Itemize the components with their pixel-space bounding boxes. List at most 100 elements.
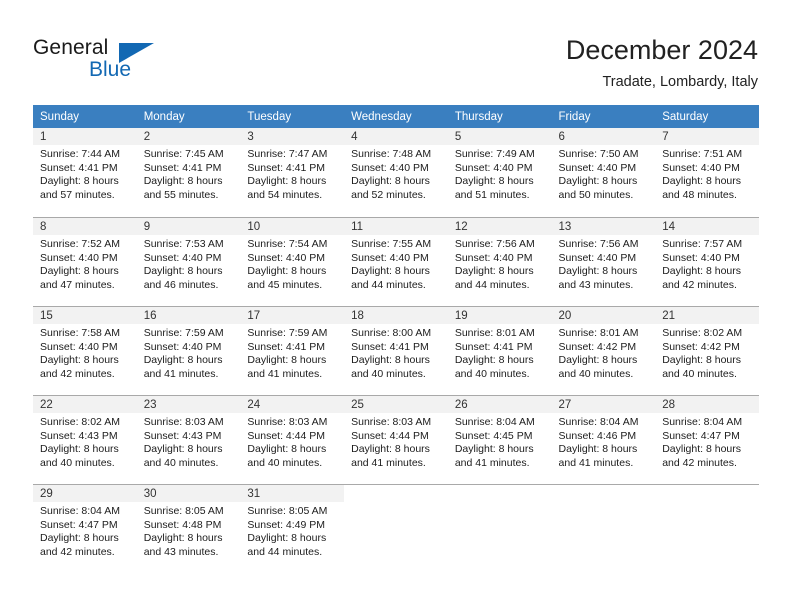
general-blue-logo[interactable]: General Blue [33,36,213,86]
calendar-cell[interactable]: 26 Sunrise: 8:04 AM Sunset: 4:45 PM Dayligh… [447,395,552,484]
day-cell-29[interactable]: 29 Sunrise: 8:04 AM Sunset: 4:47 PM Dayligh… [33,484,137,573]
day-cell-10[interactable]: 10 Sunrise: 7:54 AM Sunset: 4:40 PM Dayligh… [240,217,345,306]
day-cell-3[interactable]: 3 Sunrise: 7:47 AM Sunset: 4:41 PM Daylight… [240,128,345,217]
calendar-cell[interactable]: 18 Sunrise: 8:00 AM Sunset: 4:41 PM Dayligh… [344,306,448,395]
sunset-text: Sunset: 4:42 PM [558,340,637,353]
day-cell-19[interactable]: 19 Sunrise: 8:01 AM Sunset: 4:41 PM Dayligh… [447,306,552,395]
calendar-cell[interactable]: 3 Sunrise: 7:47 AM Sunset: 4:41 PM Daylight… [240,128,345,217]
day-details: Sunrise: 7:52 AM Sunset: 4:40 PM Daylight:… [33,235,137,292]
calendar-cell[interactable]: 10 Sunrise: 7:54 AM Sunset: 4:40 PM Dayligh… [240,217,345,306]
day-cell-21[interactable]: 21 Sunrise: 8:02 AM Sunset: 4:42 PM Dayligh… [655,306,759,395]
calendar-cell[interactable]: 7 Sunrise: 7:51 AM Sunset: 4:40 PM Daylight… [655,128,759,217]
empty-day-cell [447,484,552,573]
sunrise-text: Sunrise: 8:02 AM [662,327,743,339]
weekday-header-wednesday: Wednesday [344,105,448,128]
calendar-cell[interactable]: 11 Sunrise: 7:55 AM Sunset: 4:40 PM Dayligh… [344,217,448,306]
calendar-cell[interactable]: 16 Sunrise: 7:59 AM Sunset: 4:40 PM Dayligh… [136,306,241,395]
calendar-cell[interactable]: 25 Sunrise: 8:03 AM Sunset: 4:44 PM Dayligh… [344,395,448,484]
weekday-header-thursday: Thursday [447,105,552,128]
calendar-cell[interactable]: 24 Sunrise: 8:03 AM Sunset: 4:44 PM Dayligh… [240,395,345,484]
day-cell-14[interactable]: 14 Sunrise: 7:57 AM Sunset: 4:40 PM Dayligh… [655,217,759,306]
daylight-text-line1: Daylight: 8 hours [558,443,638,456]
daylight-text-line1: Daylight: 8 hours [40,175,119,188]
day-cell-9[interactable]: 9 Sunrise: 7:53 AM Sunset: 4:40 PM Daylight… [136,217,241,306]
calendar-cell[interactable]: 17 Sunrise: 7:59 AM Sunset: 4:41 PM Dayligh… [240,306,345,395]
day-cell-25[interactable]: 25 Sunrise: 8:03 AM Sunset: 4:44 PM Dayligh… [344,395,448,484]
day-cell-20[interactable]: 20 Sunrise: 8:01 AM Sunset: 4:42 PM Dayligh… [551,306,656,395]
day-cell-15[interactable]: 15 Sunrise: 7:58 AM Sunset: 4:40 PM Dayligh… [33,306,137,395]
sunrise-text: Sunrise: 8:03 AM [143,416,224,428]
sunrise-text: Sunrise: 8:01 AM [558,327,639,339]
sunset-text: Sunset: 4:49 PM [247,518,326,531]
day-cell-12[interactable]: 12 Sunrise: 7:56 AM Sunset: 4:40 PM Dayligh… [447,217,552,306]
calendar-cell[interactable]: 14 Sunrise: 7:57 AM Sunset: 4:40 PM Dayligh… [655,217,759,306]
sunset-text: Sunset: 4:44 PM [247,429,326,442]
calendar-cell[interactable]: 29 Sunrise: 8:04 AM Sunset: 4:47 PM Dayligh… [33,484,137,573]
day-cell-31[interactable]: 31 Sunrise: 8:05 AM Sunset: 4:49 PM Dayligh… [240,484,345,573]
calendar-cell[interactable]: 20 Sunrise: 8:01 AM Sunset: 4:42 PM Dayligh… [551,306,656,395]
calendar-cell[interactable]: 27 Sunrise: 8:04 AM Sunset: 4:46 PM Dayligh… [551,395,656,484]
calendar-cell[interactable]: 1 Sunrise: 7:44 AM Sunset: 4:41 PM Daylight… [33,128,137,217]
day-cell-27[interactable]: 27 Sunrise: 8:04 AM Sunset: 4:46 PM Dayligh… [551,395,656,484]
day-number: 10 [247,221,261,233]
day-number: 25 [351,399,364,411]
day-cell-16[interactable]: 16 Sunrise: 7:59 AM Sunset: 4:40 PM Dayligh… [136,306,241,395]
calendar-cell[interactable]: 21 Sunrise: 8:02 AM Sunset: 4:42 PM Dayligh… [655,306,759,395]
daylight-text-line2: and 46 minutes. [143,278,219,291]
day-cell-22[interactable]: 22 Sunrise: 8:02 AM Sunset: 4:43 PM Dayligh… [33,395,137,484]
day-cell-17[interactable]: 17 Sunrise: 7:59 AM Sunset: 4:41 PM Dayligh… [240,306,345,395]
weekday-header-monday: Monday [136,105,241,128]
day-cell-5[interactable]: 5 Sunrise: 7:49 AM Sunset: 4:40 PM Daylight… [447,128,552,217]
day-cell-1[interactable]: 1 Sunrise: 7:44 AM Sunset: 4:41 PM Daylight… [33,128,137,217]
day-details: Sunrise: 7:49 AM Sunset: 4:40 PM Daylight:… [448,145,552,202]
calendar-cell[interactable]: 19 Sunrise: 8:01 AM Sunset: 4:41 PM Dayligh… [447,306,552,395]
calendar-cell[interactable]: 12 Sunrise: 7:56 AM Sunset: 4:40 PM Dayligh… [447,217,552,306]
day-cell-24[interactable]: 24 Sunrise: 8:03 AM Sunset: 4:44 PM Dayligh… [240,395,345,484]
daylight-text-line2: and 42 minutes. [662,278,737,291]
calendar-cell[interactable]: 31 Sunrise: 8:05 AM Sunset: 4:49 PM Dayligh… [240,484,345,573]
calendar-cell[interactable]: 22 Sunrise: 8:02 AM Sunset: 4:43 PM Dayligh… [33,395,137,484]
calendar-cell[interactable]: 28 Sunrise: 8:04 AM Sunset: 4:47 PM Dayligh… [655,395,759,484]
day-cell-7[interactable]: 7 Sunrise: 7:51 AM Sunset: 4:40 PM Daylight… [655,128,759,217]
sunrise-text: Sunrise: 7:54 AM [247,238,328,250]
sunset-text: Sunset: 4:40 PM [558,161,637,174]
sunrise-text: Sunrise: 7:45 AM [143,148,224,160]
sunset-text: Sunset: 4:44 PM [351,429,429,442]
calendar-cell[interactable]: 2 Sunrise: 7:45 AM Sunset: 4:41 PM Daylight… [136,128,241,217]
calendar-week-row: 15 Sunrise: 7:58 AM Sunset: 4:40 PM Dayligh… [33,306,759,395]
calendar-cell[interactable]: 4 Sunrise: 7:48 AM Sunset: 4:40 PM Daylight… [344,128,448,217]
sunrise-text: Sunrise: 7:50 AM [558,148,639,160]
day-cell-4[interactable]: 4 Sunrise: 7:48 AM Sunset: 4:40 PM Daylight… [344,128,448,217]
daylight-text-line1: Daylight: 8 hours [662,175,742,188]
day-cell-11[interactable]: 11 Sunrise: 7:55 AM Sunset: 4:40 PM Dayligh… [344,217,448,306]
day-cell-26[interactable]: 26 Sunrise: 8:04 AM Sunset: 4:45 PM Dayligh… [447,395,552,484]
calendar-cell[interactable]: 5 Sunrise: 7:49 AM Sunset: 4:40 PM Daylight… [447,128,552,217]
calendar-cell[interactable]: 9 Sunrise: 7:53 AM Sunset: 4:40 PM Daylight… [136,217,241,306]
calendar-cell[interactable]: 23 Sunrise: 8:03 AM Sunset: 4:43 PM Dayligh… [136,395,241,484]
sunset-text: Sunset: 4:40 PM [454,161,533,174]
calendar-cell[interactable]: 30 Sunrise: 8:05 AM Sunset: 4:48 PM Dayligh… [136,484,241,573]
day-number: 13 [558,221,572,233]
day-cell-28[interactable]: 28 Sunrise: 8:04 AM Sunset: 4:47 PM Dayligh… [655,395,759,484]
calendar-header-row: Sunday Monday Tuesday Wednesday Thursday Frid… [33,105,759,128]
day-cell-13[interactable]: 13 Sunrise: 7:56 AM Sunset: 4:40 PM Dayligh… [551,217,656,306]
calendar-cell[interactable]: 8 Sunrise: 7:52 AM Sunset: 4:40 PM Daylight… [33,217,137,306]
calendar-cell[interactable]: 15 Sunrise: 7:58 AM Sunset: 4:40 PM Dayligh… [33,306,137,395]
weekday-header-saturday: Saturday [655,105,759,128]
day-cell-2[interactable]: 2 Sunrise: 7:45 AM Sunset: 4:41 PM Daylight… [136,128,241,217]
sunset-text: Sunset: 4:41 PM [40,161,118,174]
sunset-text: Sunset: 4:48 PM [143,518,222,531]
sunrise-text: Sunrise: 8:03 AM [351,416,432,428]
daylight-text-line2: and 48 minutes. [662,188,737,201]
calendar-cell[interactable]: 13 Sunrise: 7:56 AM Sunset: 4:40 PM Dayligh… [551,217,656,306]
day-cell-8[interactable]: 8 Sunrise: 7:52 AM Sunset: 4:40 PM Daylight… [33,217,137,306]
day-cell-6[interactable]: 6 Sunrise: 7:50 AM Sunset: 4:40 PM Daylight… [551,128,656,217]
calendar-cell-empty [551,484,656,573]
day-cell-23[interactable]: 23 Sunrise: 8:03 AM Sunset: 4:43 PM Dayligh… [136,395,241,484]
day-number: 2 [143,131,151,143]
daylight-text-line2: and 40 minutes. [143,456,219,469]
day-number: 30 [143,488,157,500]
day-cell-18[interactable]: 18 Sunrise: 8:00 AM Sunset: 4:41 PM Dayligh… [344,306,448,395]
calendar-cell[interactable]: 6 Sunrise: 7:50 AM Sunset: 4:40 PM Daylight… [551,128,656,217]
day-cell-30[interactable]: 30 Sunrise: 8:05 AM Sunset: 4:48 PM Dayligh… [136,484,241,573]
